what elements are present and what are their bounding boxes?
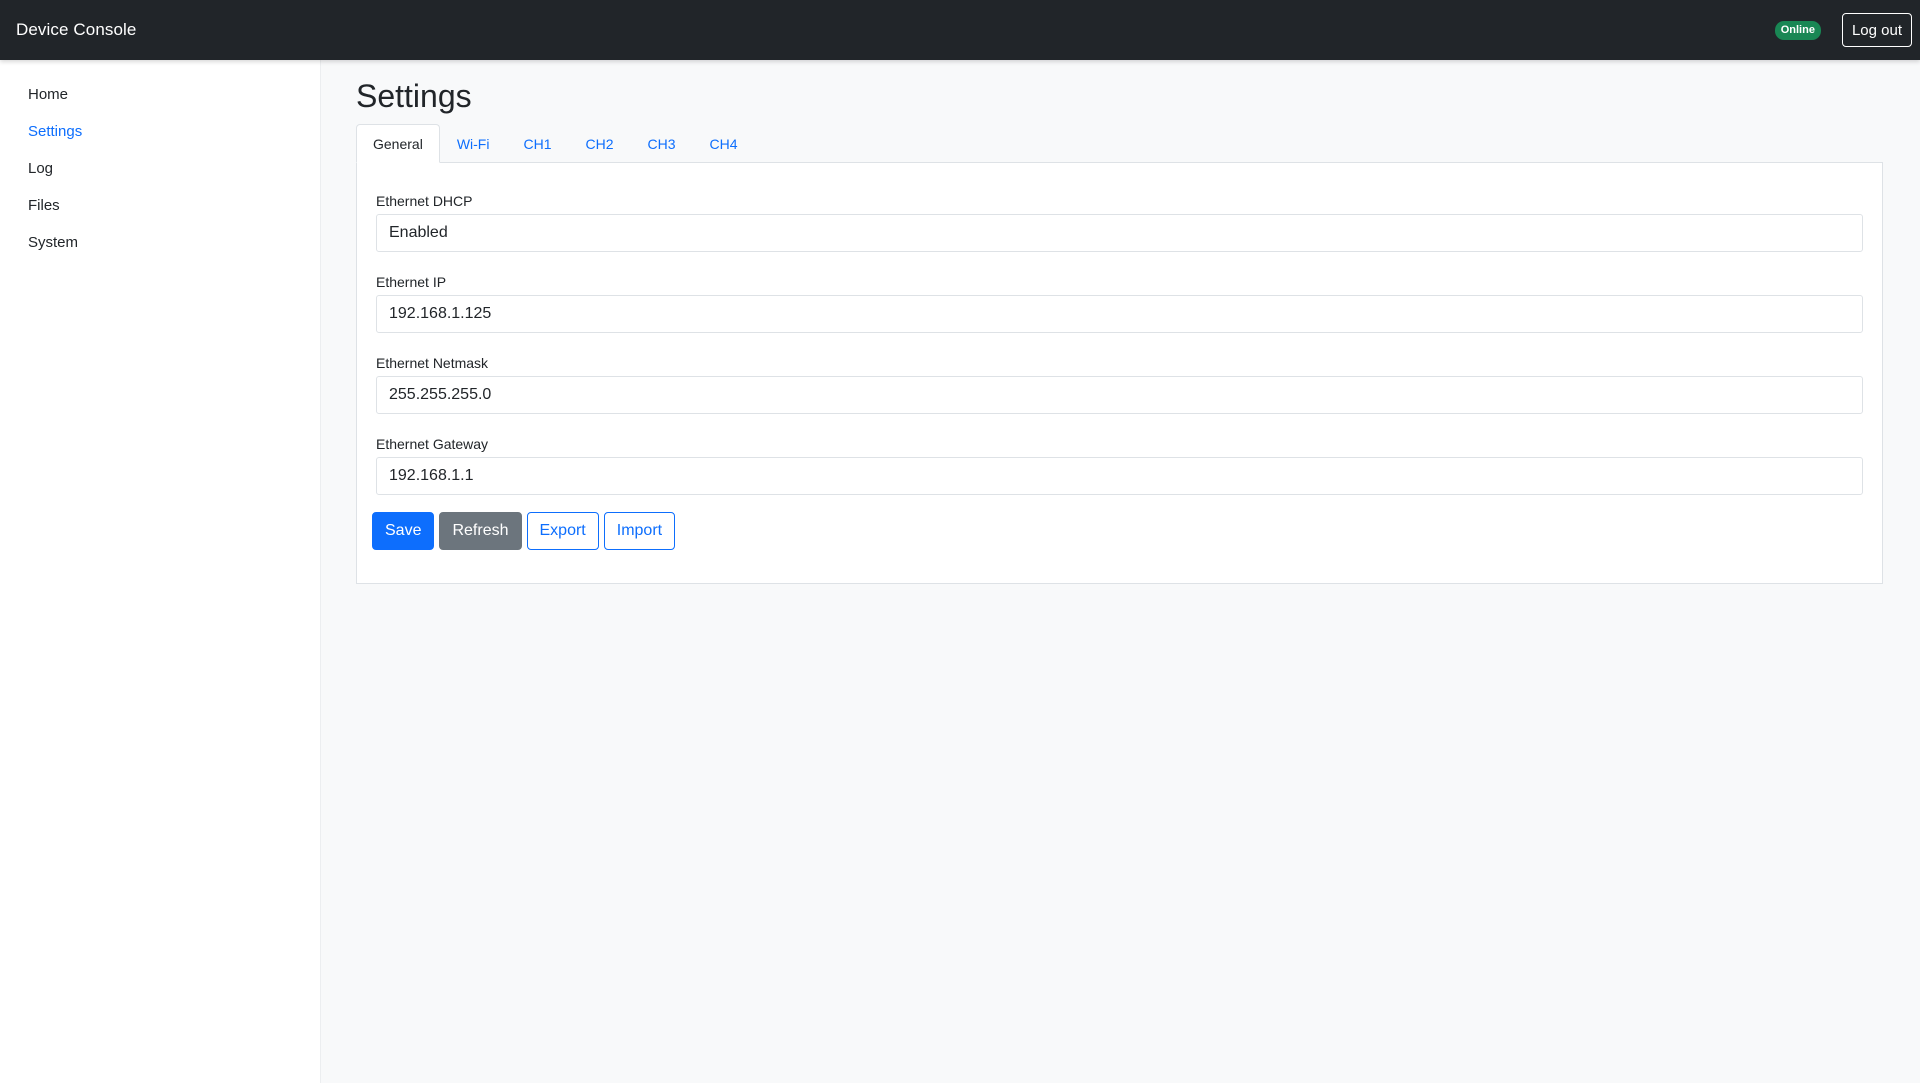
general-settings-panel: Ethernet DHCP Ethernet IP Ethernet Netma… — [356, 162, 1883, 584]
brand-title[interactable]: Device Console — [16, 20, 136, 40]
tab-ch4[interactable]: CH4 — [693, 124, 755, 162]
tab-general[interactable]: General — [356, 124, 440, 163]
sidebar: Home Settings Log Files System — [0, 60, 321, 1083]
logout-button[interactable]: Log out — [1841, 13, 1912, 47]
status-badge: Online — [1774, 20, 1821, 40]
ethernet-ip-field[interactable] — [376, 295, 1863, 333]
tab-ch3[interactable]: CH3 — [631, 124, 693, 162]
ethernet-dhcp-label: Ethernet DHCP — [376, 193, 473, 209]
ethernet-gateway-label: Ethernet Gateway — [376, 436, 489, 452]
ethernet-dhcp-field[interactable] — [376, 214, 1863, 252]
settings-actions: Save Refresh Export Import — [372, 512, 1863, 550]
sidebar-item-settings[interactable]: Settings — [0, 117, 320, 154]
tab-wifi[interactable]: Wi-Fi — [440, 124, 507, 162]
ethernet-gateway-field[interactable] — [376, 457, 1863, 495]
page-title: Settings — [356, 78, 472, 114]
settings-tabs: General Wi-Fi CH1 CH2 CH3 CH4 — [356, 124, 1883, 163]
ethernet-ip-label: Ethernet IP — [376, 274, 447, 290]
tab-ch1[interactable]: CH1 — [506, 124, 568, 162]
refresh-button[interactable]: Refresh — [439, 512, 522, 550]
tab-ch2[interactable]: CH2 — [568, 124, 630, 162]
top-navbar: Device Console Online Log out — [0, 0, 1920, 60]
save-button[interactable]: Save — [372, 512, 435, 550]
ethernet-netmask-label: Ethernet Netmask — [376, 355, 489, 371]
export-button[interactable]: Export — [526, 512, 599, 550]
ethernet-gateway-group: Ethernet Gateway — [376, 434, 1863, 515]
ethernet-netmask-group: Ethernet Netmask — [376, 353, 1863, 434]
sidebar-item-files[interactable]: Files — [0, 191, 320, 228]
ethernet-netmask-field[interactable] — [376, 376, 1863, 414]
topbar-right: Online Log out — [1774, 13, 1912, 47]
sidebar-item-log[interactable]: Log — [0, 154, 320, 191]
import-button[interactable]: Import — [603, 512, 676, 550]
main-content: Settings General Wi-Fi CH1 CH2 CH3 CH4 E… — [356, 60, 1883, 584]
ethernet-ip-group: Ethernet IP — [376, 272, 1863, 353]
ethernet-dhcp-group: Ethernet DHCP — [376, 191, 1863, 272]
sidebar-item-home[interactable]: Home — [0, 80, 320, 117]
sidebar-item-system[interactable]: System — [0, 228, 320, 265]
